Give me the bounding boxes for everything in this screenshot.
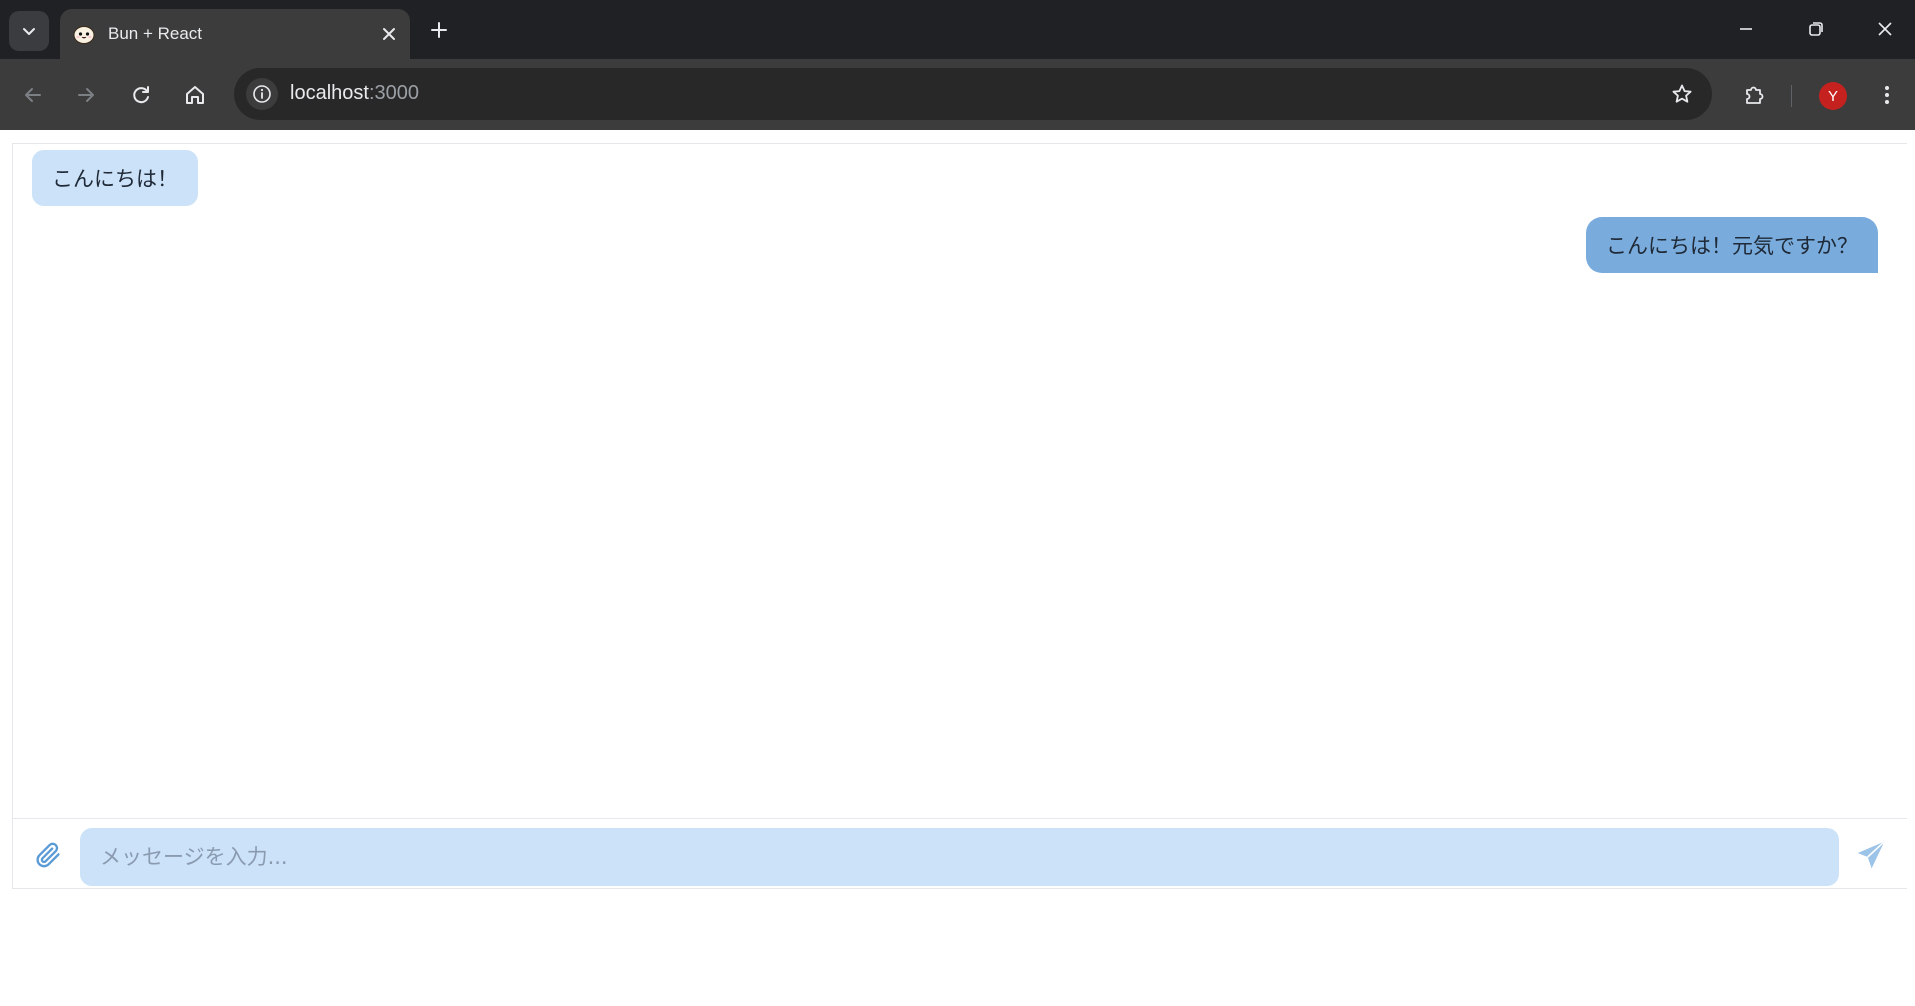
toolbar-divider	[1791, 85, 1792, 107]
close-icon	[383, 28, 395, 40]
star-icon	[1672, 84, 1692, 103]
plus-icon	[431, 22, 447, 38]
site-info-button[interactable]	[246, 78, 278, 110]
browser-tabstrip: Bun + React	[0, 0, 1915, 59]
message-bubble-sent: こんにちは！元気ですか？	[1586, 217, 1878, 273]
send-button[interactable]	[1851, 835, 1891, 875]
window-close-button[interactable]	[1855, 6, 1915, 52]
tab-search-button[interactable]	[9, 11, 49, 51]
close-icon	[1878, 22, 1892, 36]
url-text: localhost:3000	[290, 82, 419, 105]
message-composer	[13, 818, 1907, 890]
chat-container: こんにちは！ こんにちは！元気ですか？	[12, 143, 1907, 889]
message-bubble-received: こんにちは！	[32, 150, 198, 206]
bookmark-button[interactable]	[1666, 78, 1698, 110]
restore-icon	[1809, 22, 1823, 36]
tab-title: Bun + React	[108, 24, 203, 43]
arrow-left-icon	[25, 88, 41, 102]
reload-button[interactable]	[122, 76, 160, 114]
info-icon	[253, 85, 271, 103]
back-button[interactable]	[14, 76, 52, 114]
more-vert-icon	[1885, 86, 1889, 104]
home-icon	[186, 86, 204, 104]
bun-logo-icon	[72, 22, 96, 46]
paper-plane-icon	[1857, 841, 1885, 869]
extensions-button[interactable]	[1736, 76, 1774, 114]
new-tab-button[interactable]	[423, 14, 455, 46]
address-bar[interactable]: localhost:3000	[234, 68, 1712, 120]
browser-tab-active[interactable]: Bun + React	[60, 9, 410, 59]
arrow-right-icon	[78, 88, 94, 102]
attach-button[interactable]	[30, 837, 66, 873]
window-minimize-button[interactable]	[1716, 6, 1776, 52]
forward-button[interactable]	[67, 76, 105, 114]
puzzle-icon	[1746, 86, 1764, 104]
minimize-icon	[1740, 28, 1752, 30]
message-list: こんにちは！ こんにちは！元気ですか？	[13, 144, 1907, 819]
url-port: :3000	[368, 82, 419, 104]
page-viewport: こんにちは！ こんにちは！元気ですか？	[0, 130, 1915, 1006]
home-button[interactable]	[176, 76, 214, 114]
message-input[interactable]	[80, 828, 1839, 886]
reload-icon	[133, 86, 149, 104]
tab-close-button[interactable]	[376, 21, 402, 47]
browser-toolbar: localhost:3000 Y	[0, 59, 1915, 130]
profile-avatar[interactable]: Y	[1819, 82, 1847, 110]
url-host: localhost	[290, 82, 369, 104]
chevron-down-icon	[23, 28, 35, 35]
paperclip-icon	[36, 842, 60, 868]
browser-menu-button[interactable]	[1871, 76, 1903, 114]
window-restore-button[interactable]	[1786, 6, 1846, 52]
